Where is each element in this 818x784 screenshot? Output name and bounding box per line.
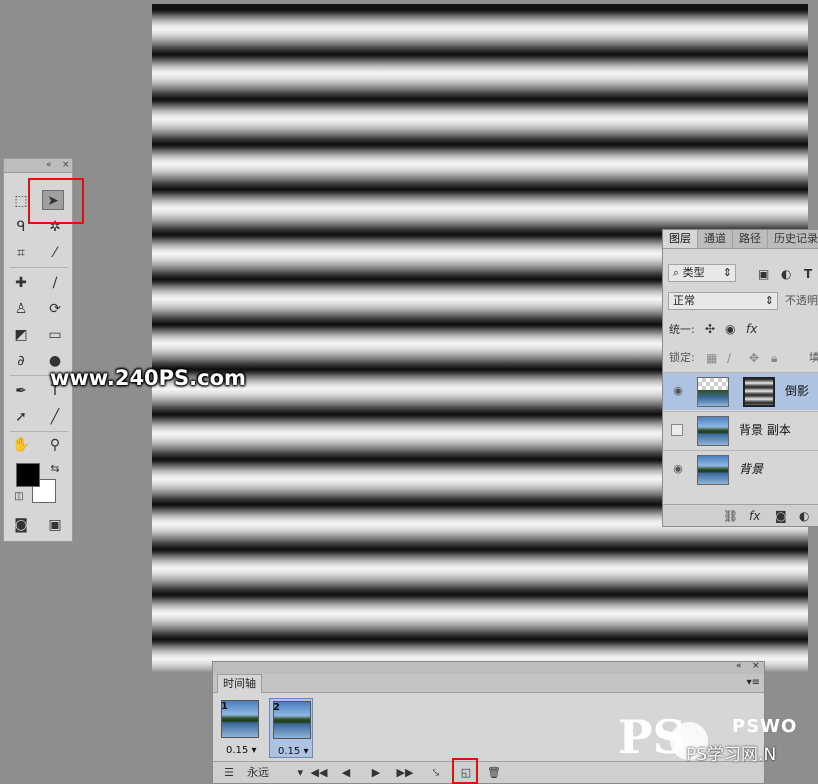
gradient-tool-icon[interactable]: ▭ (44, 325, 66, 345)
timeline-frame[interactable]: 1 0.15 ▾ (218, 698, 262, 758)
stepper-icon: ⇕ (722, 266, 732, 279)
unify-visibility-icon[interactable]: ◉ (725, 322, 735, 336)
close-icon[interactable]: × (62, 159, 70, 172)
layer-name: 背景 副本 (739, 423, 791, 437)
blend-mode-value: 正常 (673, 294, 695, 307)
layer-mask-thumbnail[interactable] (743, 377, 775, 407)
loop-options-select[interactable]: 永远 ▾ (247, 765, 303, 781)
chevron-down-icon: ▾ (251, 745, 257, 756)
play-icon[interactable]: ▶ (367, 765, 385, 781)
move-tool-highlight (28, 178, 84, 224)
previous-frame-icon[interactable]: ◀ (337, 765, 355, 781)
collapse-icon[interactable]: « (46, 159, 52, 172)
layers-panel: 图层 通道 路径 历史记录 ⌕ 类型 ⇕ ▣ ◐ T 正常 ⇕ 不透明 统一: ✣ … (662, 229, 818, 527)
quick-mask-icon[interactable]: ◙ (10, 515, 32, 535)
layer-filter-select[interactable]: ⌕ 类型 ⇕ (668, 264, 736, 282)
layer-row-background-copy[interactable]: 背景 副本 (663, 411, 818, 449)
clone-stamp-tool-icon[interactable]: ♙ (10, 299, 32, 319)
unify-position-icon[interactable]: ✣ (705, 322, 715, 336)
unify-label: 统一: (669, 323, 695, 336)
filter-type-icon[interactable]: T (804, 267, 812, 281)
healing-brush-tool-icon[interactable]: ✚ (10, 273, 32, 293)
screen-mode-icon[interactable]: ▣ (44, 515, 66, 535)
duplicate-frame-highlight (452, 758, 478, 784)
delete-frame-icon[interactable]: 🗑︎ (485, 765, 503, 781)
loop-option-value: 永远 (247, 766, 269, 779)
site-logo: PS PSWO PS学习网.N (618, 708, 818, 784)
eyedropper-tool-icon[interactable]: ⁄ (44, 243, 66, 263)
foreground-color-swatch[interactable] (16, 463, 40, 487)
fill-label: 填 (809, 351, 818, 365)
tab-channels[interactable]: 通道 (698, 230, 733, 248)
panel-menu-icon[interactable]: ▾≡ (747, 677, 760, 688)
default-colors-icon[interactable]: ◫ (8, 487, 30, 507)
history-brush-tool-icon[interactable]: ⟳ (44, 299, 66, 319)
hand-tool-icon[interactable]: ✋ (10, 435, 32, 455)
opacity-label: 不透明 (785, 294, 818, 307)
convert-to-video-timeline-icon[interactable]: ☰ (219, 765, 239, 781)
tab-timeline[interactable]: 时间轴 (217, 674, 262, 693)
timeline-frame[interactable]: 2 0.15 ▾ (269, 698, 313, 758)
adjustment-layer-icon[interactable]: ◐ (799, 509, 809, 523)
frame-delay-select[interactable]: 0.15 ▾ (226, 745, 256, 757)
filter-adjustment-icon[interactable]: ◐ (781, 267, 791, 281)
layer-row-reflection[interactable]: ◉ 倒影 (663, 372, 818, 410)
frame-number: 2 (273, 702, 280, 713)
lock-label: 锁定: (669, 351, 695, 364)
eraser-tool-icon[interactable]: ◩ (10, 325, 32, 345)
timeline-tab-row: 时间轴 ▾≡ (213, 674, 764, 693)
blend-mode-select[interactable]: 正常 ⇕ (668, 292, 778, 310)
frame-number: 1 (221, 701, 228, 712)
lock-position-icon[interactable]: ✥ (749, 351, 759, 365)
layer-name: 背景 (739, 462, 764, 476)
layer-row-background[interactable]: ◉ 背景 (663, 450, 818, 488)
crop-tool-icon[interactable]: ⌗ (10, 243, 32, 263)
layer-thumbnail (697, 377, 729, 407)
layer-name: 倒影 (785, 384, 810, 398)
logo-cn-text: PS学习网.N (686, 745, 777, 765)
close-icon[interactable]: × (752, 661, 760, 671)
visibility-eye-icon[interactable]: ◉ (671, 462, 685, 476)
line-tool-icon[interactable]: ╱ (44, 407, 66, 427)
logo-pswo-text: PSWO (732, 716, 798, 737)
layers-panel-footer: ⛓ fx ◙ ◐ (663, 504, 818, 526)
layers-panel-tabs: 图层 通道 路径 历史记录 (663, 230, 818, 249)
add-mask-icon[interactable]: ◙ (775, 509, 787, 523)
chevron-down-icon: ▾ (297, 766, 303, 779)
zoom-tool-icon[interactable]: ⚲ (44, 435, 66, 455)
lock-all-icon[interactable]: 🔒︎ (771, 351, 777, 365)
tab-paths[interactable]: 路径 (733, 230, 768, 248)
link-layers-icon[interactable]: ⛓ (723, 509, 738, 523)
lock-transparent-icon[interactable]: ▦ (706, 351, 717, 365)
layer-style-icon[interactable]: fx (749, 509, 760, 523)
timeline-panel-header: « × (213, 661, 764, 674)
tab-layers[interactable]: 图层 (663, 230, 698, 248)
filter-pixel-icon[interactable]: ▣ (758, 267, 769, 281)
unify-style-icon[interactable]: fx (746, 322, 757, 336)
tools-panel-header: « × (4, 159, 72, 173)
frame-delay-select[interactable]: 0.15 ▾ (278, 746, 308, 758)
lock-pixels-icon[interactable]: ∕ (727, 351, 731, 365)
frame-delay-value: 0.15 (278, 746, 301, 757)
brush-tool-icon[interactable]: ∕ (44, 273, 66, 293)
visibility-eye-icon[interactable]: ◉ (671, 384, 685, 398)
watermark-text: www.240PS.com (50, 366, 246, 390)
pen-tool-icon[interactable]: ✒ (10, 381, 32, 401)
layer-thumbnail (697, 455, 729, 485)
first-frame-icon[interactable]: ◀◀ (309, 765, 329, 781)
path-selection-tool-icon[interactable]: ➚ (10, 407, 32, 427)
frame-delay-value: 0.15 (226, 745, 249, 756)
next-frame-icon[interactable]: ▶▶ (395, 765, 415, 781)
chevron-down-icon: ▾ (303, 746, 309, 757)
search-icon: ⌕ (673, 266, 683, 279)
swap-colors-icon[interactable]: ⇆ (44, 459, 66, 479)
collapse-icon[interactable]: « (736, 661, 742, 671)
layer-filter-label: 类型 (682, 266, 705, 279)
stepper-icon: ⇕ (764, 294, 774, 307)
tab-history[interactable]: 历史记录 (768, 230, 818, 248)
visibility-off-box[interactable] (671, 424, 683, 436)
blur-tool-icon[interactable]: ∂ (10, 351, 32, 371)
layer-thumbnail (697, 416, 729, 446)
tween-icon[interactable]: ⤥ (427, 765, 445, 781)
